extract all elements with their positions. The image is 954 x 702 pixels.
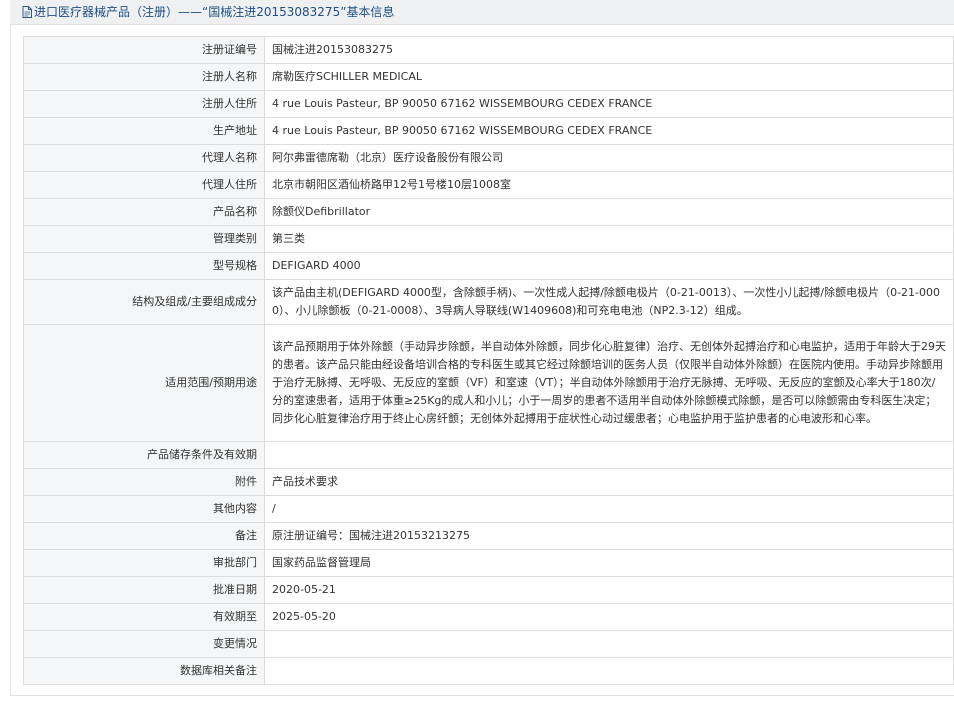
field-value: / [264,495,954,523]
field-value [264,441,954,469]
table-row: 备注 原注册证编号：国械注进20153213275 [23,522,954,550]
table-row: 其他内容 / [23,495,954,523]
field-value: 产品技术要求 [264,468,954,496]
table-row: 管理类别 第三类 [23,225,954,253]
page-title: 进口医疗器械产品（注册）——“国械注进20153083275”基本信息 [34,5,395,19]
field-value: 阿尔弗雷德席勒（北京）医疗设备股份有限公司 [264,144,954,172]
field-value: 国械注进20153083275 [264,36,954,64]
field-label: 其他内容 [23,495,265,523]
table-row: 有效期至 2025-05-20 [23,603,954,631]
field-value: 该产品预期用于体外除颤（手动异步除颤，半自动体外除颤，同步化心脏复律）治疗、无创… [264,324,954,442]
table-row: 数据库相关备注 [23,657,954,685]
field-value: 该产品由主机(DEFIGARD 4000型，含除颤手柄)、一次性成人起搏/除颤电… [264,279,954,325]
field-value: 北京市朝阳区酒仙桥路甲12号1号楼10层1008室 [264,171,954,199]
table-row: 结构及组成/主要组成成分 该产品由主机(DEFIGARD 4000型，含除颤手柄… [23,279,954,325]
field-value: 2020-05-21 [264,576,954,604]
table-row: 注册证编号 国械注进20153083275 [23,36,954,64]
field-label: 代理人名称 [23,144,265,172]
title-bar: 进口医疗器械产品（注册）——“国械注进20153083275”基本信息 [10,0,954,25]
field-label: 有效期至 [23,603,265,631]
table-row: 附件 产品技术要求 [23,468,954,496]
field-label: 适用范围/预期用途 [23,324,265,442]
field-label: 批准日期 [23,576,265,604]
field-label: 型号规格 [23,252,265,280]
field-label: 数据库相关备注 [23,657,265,685]
field-value: DEFIGARD 4000 [264,252,954,280]
field-label: 结构及组成/主要组成成分 [23,279,265,325]
table-row: 注册人名称 席勒医疗SCHILLER MEDICAL [23,63,954,91]
table-row: 批准日期 2020-05-21 [23,576,954,604]
field-label: 审批部门 [23,549,265,577]
field-label: 产品名称 [23,198,265,226]
field-label: 生产地址 [23,117,265,145]
field-value: 除颤仪Defibrillator [264,198,954,226]
field-value: 国家药品监督管理局 [264,549,954,577]
field-value: 2025-05-20 [264,603,954,631]
table-row: 产品名称 除颤仪Defibrillator [23,198,954,226]
table-row: 注册人住所 4 rue Louis Pasteur, BP 90050 6716… [23,90,954,118]
table-row: 审批部门 国家药品监督管理局 [23,549,954,577]
field-value: 席勒医疗SCHILLER MEDICAL [264,63,954,91]
table-row: 生产地址 4 rue Louis Pasteur, BP 90050 67162… [23,117,954,145]
field-label: 备注 [23,522,265,550]
field-value [264,630,954,658]
field-label: 附件 [23,468,265,496]
field-label: 注册人住所 [23,90,265,118]
field-value: 第三类 [264,225,954,253]
field-label: 注册人名称 [23,63,265,91]
field-value: 4 rue Louis Pasteur, BP 90050 67162 WISS… [264,117,954,145]
table-row: 产品储存条件及有效期 [23,441,954,469]
field-value: 原注册证编号：国械注进20153213275 [264,522,954,550]
table-row: 变更情况 [23,630,954,658]
field-value: 4 rue Louis Pasteur, BP 90050 67162 WISS… [264,90,954,118]
field-value [264,657,954,685]
table-row: 型号规格 DEFIGARD 4000 [23,252,954,280]
table-row: 代理人住所 北京市朝阳区酒仙桥路甲12号1号楼10层1008室 [23,171,954,199]
field-label: 管理类别 [23,225,265,253]
table-row: 代理人名称 阿尔弗雷德席勒（北京）医疗设备股份有限公司 [23,144,954,172]
field-label: 变更情况 [23,630,265,658]
registration-info-table: 注册证编号 国械注进20153083275 注册人名称 席勒医疗SCHILLER… [23,36,954,685]
document-icon [22,6,32,18]
table-row: 适用范围/预期用途 该产品预期用于体外除颤（手动异步除颤，半自动体外除颤，同步化… [23,324,954,442]
field-label: 产品储存条件及有效期 [23,441,265,469]
field-label: 注册证编号 [23,36,265,64]
field-label: 代理人住所 [23,171,265,199]
